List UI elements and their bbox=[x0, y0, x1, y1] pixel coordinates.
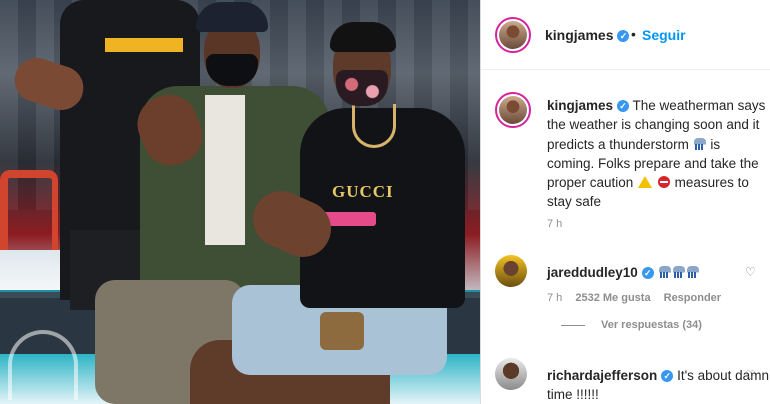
caption-username[interactable]: kingjames bbox=[547, 98, 613, 113]
hair bbox=[330, 22, 396, 52]
comment-meta: 7 h 2532 Me gusta Responder bbox=[547, 292, 731, 304]
heart-icon[interactable]: ♡ bbox=[745, 368, 757, 382]
comment-likes[interactable]: 2532 Me gusta bbox=[575, 292, 650, 304]
avatar[interactable] bbox=[495, 255, 527, 287]
verified-badge-icon: ✓ bbox=[661, 370, 674, 383]
thunder-cloud-emoji bbox=[693, 137, 706, 150]
verified-badge-icon: ✓ bbox=[617, 100, 630, 113]
lakers-shirt-stripe bbox=[105, 38, 183, 52]
avatar[interactable] bbox=[495, 358, 527, 390]
palm-logo-decoration bbox=[8, 330, 78, 400]
caption-text: kingjames ✓ The weatherman says the weath… bbox=[547, 96, 769, 212]
comment-text: richardajefferson ✓ It's about damn time … bbox=[547, 366, 769, 404]
reply-button[interactable]: Responder bbox=[664, 292, 721, 304]
heart-icon[interactable]: ♡ bbox=[745, 265, 757, 279]
replies-divider bbox=[561, 324, 585, 326]
floral-mask bbox=[336, 70, 388, 106]
header-username[interactable]: kingjames ✓ bbox=[545, 27, 630, 43]
gold-chain bbox=[352, 104, 396, 148]
leopard-patch bbox=[320, 312, 364, 350]
white-shirt bbox=[205, 95, 245, 245]
follow-button[interactable]: Seguir bbox=[642, 27, 686, 43]
thunder-cloud-emoji bbox=[686, 266, 699, 278]
thunder-cloud-emoji bbox=[672, 266, 685, 278]
comment-username[interactable]: jareddudley10 bbox=[547, 265, 638, 280]
avatar[interactable] bbox=[495, 17, 531, 53]
post-side-panel: kingjames ✓ • Seguir kingjames ✓ The weath… bbox=[480, 0, 770, 404]
comment-timestamp[interactable]: 7 h bbox=[547, 292, 562, 304]
la-cap bbox=[196, 2, 268, 32]
comment-text: jareddudley10 ✓ bbox=[547, 263, 769, 282]
sweater-logo: GUCCI bbox=[332, 182, 394, 201]
verified-badge-icon: ✓ bbox=[617, 30, 630, 43]
caption-timestamp[interactable]: 7 h bbox=[547, 218, 562, 230]
post-photo[interactable]: GUCCI bbox=[0, 0, 480, 404]
thunder-cloud-emoji bbox=[658, 266, 671, 278]
comment-username[interactable]: richardajefferson bbox=[547, 368, 657, 383]
post-header: kingjames ✓ • Seguir bbox=[481, 0, 770, 70]
warning-emoji bbox=[638, 176, 653, 189]
verified-badge-icon: ✓ bbox=[641, 267, 654, 280]
no-entry-emoji bbox=[657, 176, 670, 189]
separator-dot: • bbox=[631, 26, 636, 42]
view-replies-label: Ver respuestas (34) bbox=[601, 319, 702, 331]
avatar[interactable] bbox=[495, 92, 531, 128]
view-replies-button[interactable]: Ver respuestas (34) bbox=[561, 319, 702, 331]
